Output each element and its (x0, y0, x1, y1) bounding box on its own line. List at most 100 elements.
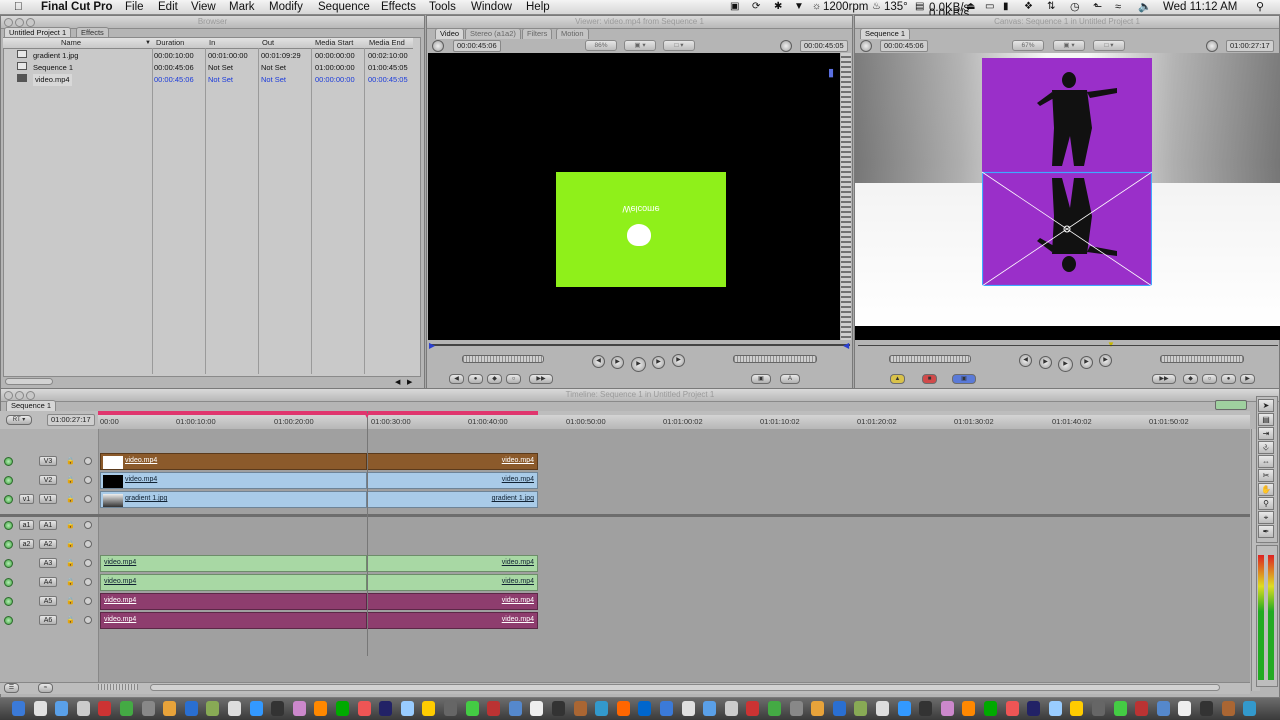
timeline-playhead-icon[interactable]: ▼ (363, 411, 371, 420)
screen-record-icon[interactable]: ▣ (730, 0, 739, 14)
dock-app-icon[interactable] (768, 701, 781, 716)
timeline-clip[interactable]: video.mp4 (367, 472, 538, 489)
track-auto-select-icon[interactable] (84, 597, 92, 605)
track-height-button[interactable]: ☰ (4, 683, 19, 693)
apple-menu-icon[interactable]:  (14, 0, 23, 14)
clock[interactable]: Wed 11:12 AM (1163, 0, 1237, 14)
dock-app-icon[interactable] (984, 701, 997, 716)
timeline-clip[interactable]: video.mp4 (367, 574, 538, 591)
slip-tool-icon[interactable]: ⇔ (1258, 455, 1274, 468)
bars-icon[interactable]: ▮ (1003, 0, 1009, 14)
source-track-patch[interactable]: v1 (19, 494, 34, 504)
hand-tool-icon[interactable]: ✋ (1258, 483, 1274, 496)
dock-app-icon[interactable] (638, 701, 652, 716)
dock-app-icon[interactable] (1243, 701, 1257, 716)
browser-row-video[interactable]: video.mp4 00:00:45:06 Not Set Not Set 00… (3, 74, 413, 86)
bluetooth2-icon[interactable]: ⬑ (1093, 0, 1102, 14)
col-name[interactable]: Name (61, 38, 81, 48)
viewer-play-in-out-button[interactable]: ▶ (611, 356, 624, 369)
destination-track-label[interactable]: A3 (39, 558, 57, 568)
col-media-start[interactable]: Media Start (315, 38, 353, 48)
sync-icon[interactable]: ⟳ (752, 0, 760, 14)
canvas-insert-button[interactable]: ▲ (890, 374, 905, 384)
dock-app-icon[interactable] (33, 701, 47, 716)
canvas-marker-button[interactable]: ▶▶ (1152, 374, 1176, 384)
dock-app-icon[interactable] (876, 701, 889, 716)
menu-window[interactable]: Window (471, 0, 512, 14)
viewer-view-dropdown[interactable]: ▣ ▾ (624, 40, 656, 51)
roll-tool-icon[interactable]: ⎀ (1258, 441, 1274, 454)
menu-mark[interactable]: Mark (229, 0, 255, 14)
tab-sequence1-canvas[interactable]: Sequence 1 (860, 28, 911, 39)
track-lock-icon[interactable]: 🔒 (66, 521, 75, 529)
canvas-zoom-dropdown[interactable]: 67% (1012, 40, 1044, 51)
tab-motion[interactable]: Motion (556, 28, 589, 39)
viewer-jog[interactable] (733, 355, 817, 363)
rt-dropdown[interactable]: RT ▾ (6, 415, 32, 425)
tab-sequence1-timeline[interactable]: Sequence 1 (6, 400, 57, 411)
destination-track-label[interactable]: A6 (39, 615, 57, 625)
dock-app-icon[interactable] (595, 701, 609, 716)
track-visibility-icon[interactable] (4, 476, 13, 485)
viewer-mark-out-button[interactable]: ○ (506, 374, 521, 384)
menu-help[interactable]: Help (526, 0, 550, 14)
destination-track-label[interactable]: V1 (39, 494, 57, 504)
crop-tool-icon[interactable]: ⌖ (1258, 511, 1274, 524)
track-lock-icon[interactable]: 🔒 (66, 457, 75, 465)
dock-app-icon[interactable] (1048, 701, 1062, 716)
dock-app-icon[interactable] (530, 701, 544, 716)
menu-modify[interactable]: Modify (269, 0, 303, 14)
canvas-match-frame-button[interactable]: ▶ (1240, 374, 1255, 384)
viewer-overlay-dropdown[interactable]: □ ▾ (663, 40, 695, 51)
dock-app-icon[interactable] (228, 701, 241, 716)
time-machine-icon[interactable]: ◷ (1070, 0, 1080, 14)
zoom-slider[interactable] (98, 684, 138, 690)
viewer-duration-tc[interactable]: 00:00:45:06 (453, 40, 501, 52)
track-auto-select-icon[interactable] (84, 521, 92, 529)
eject-icon[interactable]: ⏏ (966, 0, 975, 14)
track-lock-icon[interactable]: 🔒 (66, 616, 75, 624)
dock-app-icon[interactable] (444, 701, 457, 716)
timeline-clip[interactable]: video.mp4 (367, 453, 538, 470)
destination-track-label[interactable]: A5 (39, 596, 57, 606)
dock-app-icon[interactable] (163, 701, 177, 716)
track-visibility-icon[interactable] (4, 559, 13, 568)
timeline-clip[interactable]: video.mp4 (367, 555, 538, 572)
dock-app-icon[interactable] (465, 701, 479, 716)
dock-app-icon[interactable] (1027, 701, 1041, 716)
track-visibility-icon[interactable] (4, 495, 13, 504)
col-media-end[interactable]: Media End (369, 38, 405, 48)
destination-track-label[interactable]: V3 (39, 456, 57, 466)
canvas-duration-tc[interactable]: 00:00:45:06 (880, 40, 928, 52)
track-visibility-icon[interactable] (4, 540, 13, 549)
canvas-overwrite-button[interactable]: ■ (922, 374, 937, 384)
canvas-overlay-dropdown[interactable]: □ ▾ (1093, 40, 1125, 51)
dock-app-icon[interactable] (12, 701, 25, 716)
viewer-next-edit-button[interactable]: ▶ (672, 354, 685, 367)
canvas-current-tc[interactable]: 01:00:27:17 (1226, 40, 1274, 52)
tab-video[interactable]: Video (435, 28, 465, 39)
viewer-match-frame-button[interactable]: ◀ (449, 374, 464, 384)
dock-app-icon[interactable] (1005, 701, 1019, 716)
menu-sequence[interactable]: Sequence (318, 0, 370, 14)
browser-row-sequence[interactable]: Sequence 1 00:00:45:06 Not Set Not Set 0… (3, 62, 413, 74)
track-lock-icon[interactable]: 🔒 (66, 495, 75, 503)
track-visibility-icon[interactable] (4, 616, 13, 625)
menu-file[interactable]: File (125, 0, 144, 14)
col-in[interactable]: In (209, 38, 215, 48)
destination-track-label[interactable]: A2 (39, 539, 57, 549)
viewer-play-button[interactable]: ▶ (631, 357, 646, 372)
timeline-current-tc[interactable]: 01:00:27:17 (47, 414, 95, 426)
canvas-play-around-button[interactable]: ▶ (1080, 356, 1093, 369)
canvas-mark-in-button[interactable]: ◆ (1183, 374, 1198, 384)
viewer-zoom-dropdown[interactable]: 86% (585, 40, 617, 51)
viewer-generator-button[interactable]: A (780, 374, 800, 384)
col-duration[interactable]: Duration (156, 38, 184, 48)
dock-app-icon[interactable] (249, 701, 263, 716)
track-lock-icon[interactable]: 🔒 (66, 597, 75, 605)
canvas-mark-out-button[interactable]: ○ (1202, 374, 1217, 384)
volume-icon[interactable]: 🔈 (1138, 0, 1152, 14)
track-auto-select-icon[interactable] (84, 476, 92, 484)
track-auto-select-icon[interactable] (84, 578, 92, 586)
track-visibility-icon[interactable] (4, 521, 13, 530)
